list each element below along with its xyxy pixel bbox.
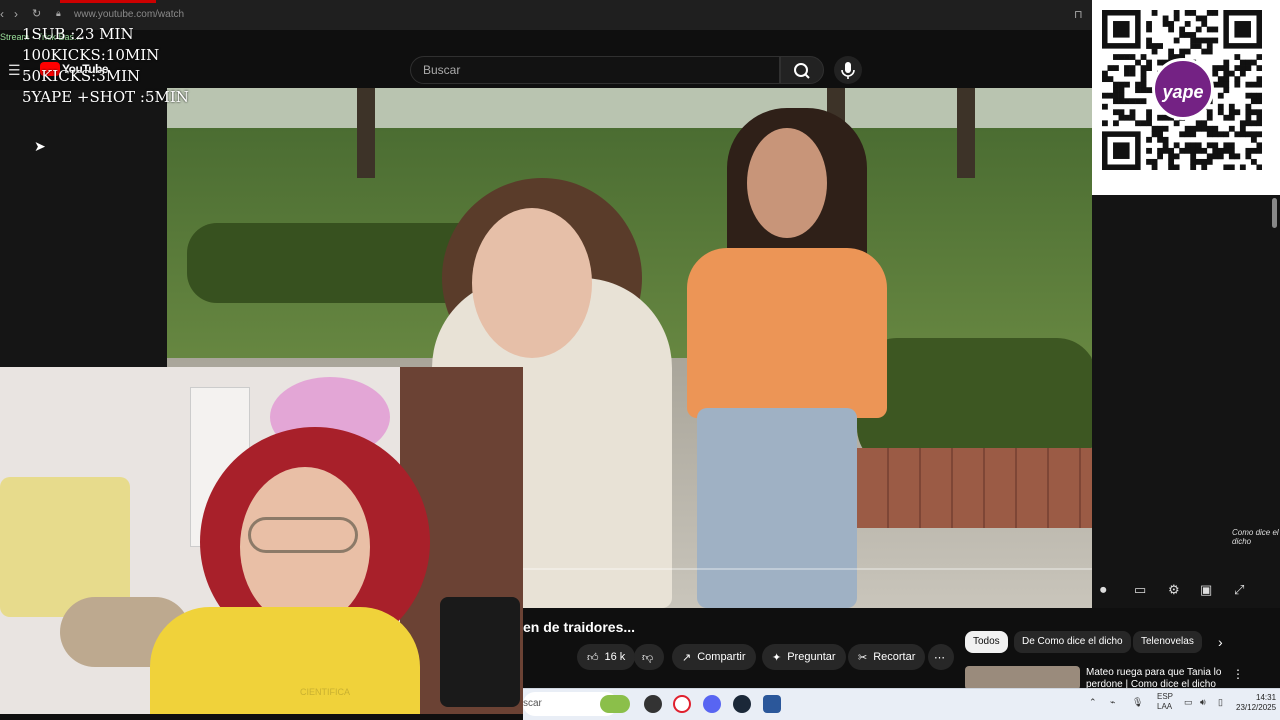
tray-network-icon[interactable]: ⌁ <box>1110 697 1115 708</box>
tray-mic-icon[interactable]: 🎙︎ <box>1132 697 1143 708</box>
clock-time: 14:31 <box>1256 693 1277 702</box>
clip-label: Recortar <box>873 651 916 663</box>
widget-icon[interactable] <box>600 695 630 713</box>
right-sidebar <box>1092 195 1280 608</box>
search-placeholder: Buscar <box>423 63 461 77</box>
goal-line: 1SUB :23 MIN <box>22 25 134 43</box>
goals-overlay: 1SUB :23 MIN 100KICKS:10MIN 50KICKS:3MIN… <box>22 24 189 108</box>
chip-como-dice-el-dicho[interactable]: De Como dice el dicho <box>1014 631 1131 653</box>
search-button[interactable] <box>780 56 824 84</box>
keyboard-layout: LAA <box>1157 702 1173 711</box>
video-progress-bar[interactable] <box>523 568 1092 570</box>
thumbs-up-icon: 👍︎ <box>587 651 599 664</box>
lock-icon: 🔒︎ <box>56 8 61 18</box>
goal-line: 5YAPE +SHOT :5MIN <box>22 88 189 106</box>
dislike-button[interactable]: 👎︎ <box>634 644 664 670</box>
ask-label: Preguntar <box>787 651 836 663</box>
goal-line: 100KICKS:10MIN <box>22 46 160 64</box>
goal-line: 50KICKS:3MIN <box>22 67 141 85</box>
video-person-top <box>687 248 887 418</box>
clock-date: 23/12/2025 <box>1236 703 1277 712</box>
theater-mode-icon[interactable]: ▣ <box>1200 582 1212 598</box>
more-actions-button[interactable]: ⋯ <box>928 644 954 670</box>
word-icon[interactable] <box>763 695 781 713</box>
share-icon: ↗ <box>682 651 692 664</box>
pin-icon[interactable]: ⊓ <box>1074 8 1083 21</box>
sparkle-icon: ✦ <box>772 651 782 664</box>
recommended-title[interactable]: Mateo ruega para que Tania lo perdone | … <box>1086 667 1226 689</box>
tray-battery-icon[interactable]: ▯ <box>1218 697 1223 708</box>
search-icon <box>794 63 810 79</box>
yape-logo: yape <box>1152 58 1214 120</box>
opera-icon[interactable] <box>673 695 691 713</box>
like-count: 16 k <box>604 651 626 663</box>
menu-icon[interactable]: ☰ <box>8 62 21 79</box>
discord-icon[interactable] <box>703 695 721 713</box>
more-vert-icon[interactable]: ⋮ <box>1232 667 1244 681</box>
ask-button[interactable]: ✦ Preguntar <box>762 644 846 670</box>
search-input[interactable]: Buscar <box>410 56 780 84</box>
scrollbar-thumb[interactable] <box>1272 198 1277 228</box>
video-scene-tree <box>357 88 375 178</box>
player-controls: ⏺︎ ▭ ⚙ ▣ ⤢ <box>1092 570 1280 610</box>
recommended-thumbnail[interactable] <box>965 666 1080 690</box>
video-person-face <box>472 208 592 358</box>
taskbar-clock[interactable]: 14:31 23/12/2025 <box>1236 693 1276 713</box>
subtitles-icon[interactable]: ▭ <box>1134 582 1146 598</box>
taskbar-search-text: scar <box>523 698 542 709</box>
scissors-icon: ✂ <box>858 651 868 664</box>
clip-button[interactable]: ✂ Recortar <box>848 644 926 670</box>
share-button[interactable]: ↗ Compartir <box>672 644 756 670</box>
address-bar[interactable]: www.youtube.com/watch <box>74 9 184 20</box>
steam-icon[interactable] <box>733 695 751 713</box>
webcam-microphone <box>440 597 520 707</box>
video-person-face <box>747 128 827 238</box>
settings-gear-icon[interactable]: ⚙ <box>1168 582 1180 598</box>
share-label: Compartir <box>697 651 746 663</box>
autoplay-toggle-icon[interactable]: ⏺︎ <box>1100 582 1107 598</box>
streamer-shirt <box>150 607 420 714</box>
fullscreen-icon[interactable]: ⤢ <box>1234 582 1244 598</box>
webcam-feed: CIENTIFICA <box>0 367 523 714</box>
mouse-cursor-icon: ➤ <box>34 138 46 154</box>
streamer-glasses <box>248 517 358 553</box>
webcam-bed <box>0 477 130 617</box>
video-scene-brick-wall <box>857 448 1092 528</box>
thumbs-down-icon: 👎︎ <box>642 651 654 664</box>
chip-telenovelas[interactable]: Telenovelas <box>1133 631 1202 653</box>
tray-chevron-up-icon[interactable]: ⌃ <box>1089 697 1097 708</box>
video-person-jeans <box>697 408 857 608</box>
left-panel <box>0 90 167 367</box>
video-scene-tree <box>957 88 975 178</box>
reload-icon[interactable]: ↻ <box>32 7 41 20</box>
active-tab-indicator <box>60 0 156 3</box>
chip-todos[interactable]: Todos <box>965 631 1008 653</box>
tray-volume-icon[interactable]: 🔊︎ <box>1200 697 1206 708</box>
back-arrow-icon[interactable]: ‹ <box>0 7 4 21</box>
like-button[interactable]: 👍︎ 16 k <box>577 644 636 670</box>
voice-search-button[interactable] <box>834 56 862 84</box>
channel-watermark: Como dice el dicho <box>1232 528 1279 546</box>
video-title: en de traidores... <box>523 619 636 635</box>
microphone-icon <box>841 62 855 79</box>
chevron-right-icon[interactable]: › <box>1218 634 1223 650</box>
more-icon: ⋯ <box>934 651 945 664</box>
forward-arrow-icon[interactable]: › <box>14 7 18 21</box>
language-code: ESP <box>1157 692 1174 701</box>
tray-display-icon[interactable]: ▭ <box>1184 697 1193 708</box>
shirt-text: CIENTIFICA <box>300 687 351 697</box>
app-icon[interactable] <box>644 695 662 713</box>
language-indicator[interactable]: ESP LAA <box>1157 692 1173 712</box>
